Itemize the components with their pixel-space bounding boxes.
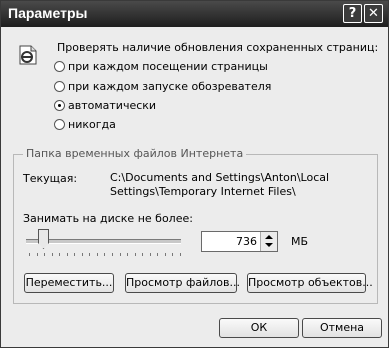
disk-space-value[interactable]: 736 [236,235,257,248]
slider-ticks [29,253,181,256]
current-folder-label: Текущая: [23,172,78,185]
radio-label: автоматически [68,98,157,112]
settings-dialog: Параметры ? ✕ Проверять наличие обновлен… [0,0,389,348]
radio-label: никогда [68,117,116,131]
radio-every-visit[interactable]: при каждом посещении страницы [54,58,268,74]
disk-unit-label: МБ [291,235,309,248]
view-files-button[interactable]: Просмотр файлов... [125,273,240,293]
spin-buttons[interactable] [260,232,277,251]
radio-automatic[interactable]: автоматически [54,97,156,113]
spin-down-icon[interactable] [265,243,273,247]
close-button[interactable]: ✕ [364,4,383,23]
disk-space-input[interactable]: 736 [201,231,278,252]
path-line-2: Settings\Temporary Internet Files\ [110,185,296,198]
check-new-heading: Проверять наличие обновления сохраненных… [57,41,379,54]
window-title: Параметры [8,5,88,21]
radio-button[interactable] [54,118,65,130]
view-objects-button[interactable]: Просмотр объектов... [247,273,373,293]
radio-button[interactable] [54,60,65,72]
group-title: Папка временных файлов Интернета [23,147,247,160]
radio-label: при каждом посещении страницы [68,59,268,73]
help-button[interactable]: ? [343,4,362,23]
radio-button-checked[interactable] [54,99,65,111]
cancel-button[interactable]: Отмена [302,318,382,338]
ie-page-icon [19,45,37,65]
disk-space-label: Занимать на диске не более: [23,212,193,225]
path-line-1: C:\Documents and Settings\Anton\Local [110,171,330,184]
radio-every-start[interactable]: при каждом запуске обозревателя [54,78,271,94]
radio-label: при каждом запуске обозревателя [68,79,272,93]
move-folder-button[interactable]: Переместить... [24,273,114,293]
current-folder-path: C:\Documents and Settings\Anton\Local Se… [110,171,329,199]
radio-never[interactable]: никогда [54,116,116,132]
title-bar[interactable]: Параметры ? ✕ [1,1,388,27]
spin-up-icon[interactable] [265,235,273,239]
ok-button[interactable]: ОК [219,318,299,338]
radio-button[interactable] [54,80,65,92]
disk-space-slider-track[interactable] [26,239,181,244]
